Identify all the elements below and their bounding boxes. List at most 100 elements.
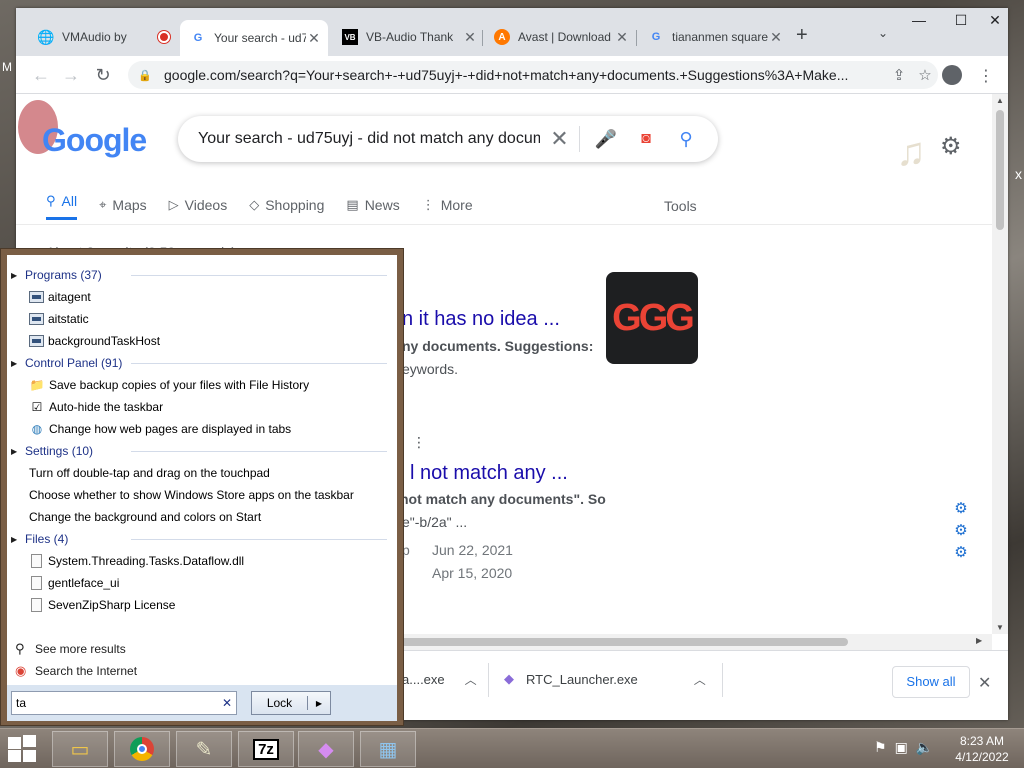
system-clock[interactable]: 8:23 AM 4/12/2022 (952, 733, 1012, 765)
close-tab-icon[interactable]: ✕ (768, 29, 784, 46)
address-bar[interactable]: 🔒 google.com/search?q=Your+search+-+ud75… (128, 61, 938, 89)
notepad-icon[interactable]: ✎ (176, 731, 232, 767)
lock-button-label: Lock (252, 696, 308, 710)
clear-search-icon[interactable]: ✕ (218, 696, 236, 710)
start-search-input[interactable]: ta ✕ (11, 691, 237, 715)
file-explorer-icon[interactable]: ▭ (52, 731, 108, 767)
result-item[interactable]: 📁 Save backup copies of your files with F… (29, 375, 310, 395)
result-1-snippet: ny documents. Suggestions: (402, 338, 594, 354)
close-tab-icon[interactable]: ✕ (614, 29, 630, 46)
google-doodle[interactable]: Google (18, 100, 147, 160)
result-item[interactable]: System.Threading.Tasks.Dataflow.dll (29, 551, 244, 571)
start-button[interactable] (8, 735, 38, 763)
network-icon[interactable]: ▣ (895, 739, 908, 756)
gem-icon: ◆ (504, 671, 514, 686)
microphone-icon[interactable]: 🎤 (586, 129, 626, 150)
expand-triangle-icon: ▶ (11, 358, 18, 368)
start-search-panel: ▶ Programs (37) aitagent aitstatic backgr… (0, 248, 968, 726)
tab-vmaudio[interactable]: 🌐 VMAudio by (28, 22, 178, 52)
group-control-panel[interactable]: ▶ Control Panel (91) (11, 354, 391, 372)
gem-icon[interactable]: ◆ (298, 731, 354, 767)
chrome-icon[interactable] (114, 731, 170, 767)
result-1-thumbnail[interactable]: GGG (606, 272, 698, 364)
search-icon[interactable]: ⚲ (666, 129, 706, 150)
close-download-shelf-icon[interactable]: ✕ (978, 673, 991, 693)
url-text[interactable]: google.com/search?q=Your+search+-+ud75uy… (164, 67, 886, 83)
google-lens-icon[interactable]: ◙ (626, 130, 666, 148)
search-box[interactable]: Your search - ud75uyj - did not match an… (178, 116, 718, 162)
chevron-up-icon[interactable]: ︿ (694, 671, 706, 688)
download-filename: RTC_Launcher.exe (526, 671, 638, 687)
vertical-scroll-thumb[interactable] (996, 110, 1004, 230)
show-all-downloads-button[interactable]: Show all (892, 666, 970, 698)
reload-button[interactable]: ↻ (90, 62, 116, 88)
group-settings[interactable]: ▶ Settings (10) (11, 442, 391, 460)
vertical-scrollbar[interactable]: ▲ ▼ (992, 94, 1008, 634)
chrome-menu-icon[interactable]: ⋮ (978, 66, 994, 86)
scroll-up-arrow-icon[interactable]: ▲ (992, 96, 1008, 105)
result-item[interactable]: gentleface_ui (29, 573, 119, 593)
tab-vb-audio[interactable]: VB VB-Audio Thank ✕ (332, 22, 484, 52)
result-item[interactable]: ◍ Change how web pages are displayed in t… (29, 419, 291, 439)
result-item[interactable]: ☑ Auto-hide the taskbar (29, 397, 163, 417)
result-item[interactable]: ⚙ Turn off double-tap and drag on the tou… (29, 463, 968, 517)
tab-search-chevron-icon[interactable]: ⌄ (878, 26, 888, 40)
horizontal-scroll-thumb[interactable] (400, 638, 848, 646)
download-item-1[interactable]: a....exe ︿ (402, 661, 477, 697)
forward-button[interactable]: → (58, 62, 84, 88)
nav-tab-news[interactable]: ▤ News (346, 190, 399, 220)
7zip-icon[interactable]: 7z (238, 731, 294, 767)
nav-tab-videos[interactable]: ▷ Videos (169, 190, 228, 220)
tools-button[interactable]: Tools (664, 198, 697, 214)
result-item[interactable]: aitagent (29, 287, 91, 307)
result-item[interactable]: aitstatic (29, 309, 89, 329)
tab-avast[interactable]: A Avast | Download ✕ (484, 22, 636, 52)
close-window-button[interactable]: ✕ (980, 12, 1010, 29)
nav-tab-more[interactable]: ⋮ More (422, 190, 473, 220)
share-icon[interactable]: ⇪ (886, 66, 912, 84)
result-2-options-icon[interactable]: ⋮ (412, 434, 426, 451)
result-1-title-link[interactable]: n it has no idea ... (402, 308, 560, 331)
google-logo: Google (42, 122, 147, 158)
group-programs[interactable]: ▶ Programs (37) (11, 266, 391, 284)
scroll-down-arrow-icon[interactable]: ▼ (992, 623, 1008, 632)
result-item[interactable]: backgroundTaskHost (29, 331, 160, 351)
nav-tab-all[interactable]: ⚲ All (46, 190, 78, 220)
result-item[interactable]: ⚙ Change the background and colors on Sta… (29, 507, 968, 561)
back-button[interactable]: ← (28, 62, 54, 88)
result-item[interactable]: SevenZipSharp License (29, 595, 175, 615)
nav-tab-label: Shopping (265, 197, 325, 213)
search-internet-link[interactable]: ◉ Search the Internet (15, 661, 137, 681)
tab-google-search[interactable]: G Your search - ud75 ✕ (180, 20, 328, 56)
group-files[interactable]: ▶ Files (4) (11, 530, 391, 548)
result-2-title-link[interactable]: l not match any ... (410, 462, 568, 485)
group-label: Settings (10) (25, 444, 94, 458)
close-tab-icon[interactable]: ✕ (462, 29, 478, 46)
minimize-button[interactable]: — (904, 12, 934, 28)
control-panel-icon[interactable]: ▦ (360, 731, 416, 767)
power-options-arrow-icon[interactable]: ▶ (308, 699, 330, 708)
volume-icon[interactable]: 🔈 (916, 739, 933, 756)
lock-button[interactable]: Lock ▶ (251, 691, 331, 715)
chrome-icon: ◉ (15, 663, 27, 678)
start-search-value[interactable]: ta (16, 696, 218, 710)
result-item[interactable]: ⚙ Choose whether to show Windows Store ap… (29, 485, 968, 539)
nav-tab-maps[interactable]: ⌖ Maps (99, 190, 147, 220)
bookmark-star-icon[interactable]: ☆ (912, 66, 938, 84)
action-center-flag-icon[interactable]: ⚑ (874, 739, 887, 756)
close-tab-icon[interactable]: ✕ (306, 30, 322, 47)
maximize-button[interactable]: ☐ (946, 12, 976, 29)
see-more-results-link[interactable]: ⚲ See more results (15, 639, 126, 659)
tab-tiananmen[interactable]: G tiananmen square ✕ (638, 22, 790, 52)
download-item-2[interactable]: ◆ RTC_Launcher.exe ︿ (504, 661, 706, 697)
nav-tab-label: Maps (112, 197, 147, 213)
new-tab-button[interactable]: + (796, 24, 808, 47)
profile-avatar[interactable] (942, 65, 962, 85)
nav-tab-shopping[interactable]: ◇ Shopping (249, 190, 324, 220)
chevron-up-icon[interactable]: ︿ (465, 671, 477, 688)
search-query-input[interactable]: Your search - ud75uyj - did not match an… (198, 130, 540, 148)
clear-search-icon[interactable]: ✕ (540, 126, 580, 152)
pin-icon: ⌖ (99, 197, 107, 212)
scroll-right-arrow-icon[interactable]: ▶ (976, 636, 982, 645)
settings-gear-icon[interactable]: ⚙ (940, 132, 962, 161)
